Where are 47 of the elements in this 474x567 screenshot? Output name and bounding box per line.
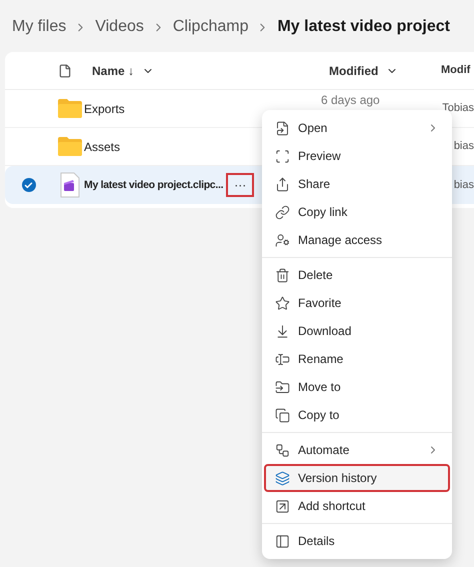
check-icon[interactable] [22, 178, 36, 192]
breadcrumb[interactable]: Clipchamp [172, 15, 248, 39]
menu-item[interactable]: Favorite [266, 289, 448, 317]
modified-by: Tobias [442, 101, 474, 116]
menu-item[interactable]: Version history [264, 464, 450, 492]
download-icon [275, 324, 290, 338]
breadcrumb[interactable]: My latest video project [277, 15, 450, 39]
menu-item[interactable]: Add shortcut [266, 492, 448, 520]
modified-by: bias [454, 178, 474, 193]
menu-item[interactable]: Automate [266, 436, 448, 464]
breadcrumb[interactable]: My files [12, 15, 66, 39]
modified-date: 6 days ago [321, 92, 380, 106]
rename-icon [275, 352, 290, 366]
column-header[interactable]: Modif [441, 62, 470, 79]
file-name[interactable]: Exports [84, 100, 125, 116]
video-file-icon [60, 172, 80, 198]
menu-item[interactable]: Manage access [266, 226, 448, 254]
folder-move-icon [275, 380, 290, 394]
details-icon [275, 534, 290, 548]
trash-icon [275, 268, 290, 282]
column-header[interactable]: Modified [329, 62, 378, 80]
folder-icon [58, 137, 82, 156]
open-file-icon [275, 120, 290, 136]
copy-icon [275, 408, 290, 422]
shortcut-icon [275, 498, 290, 514]
file-type-icon [58, 64, 72, 78]
modified-by: bias [454, 139, 474, 154]
column-header[interactable]: Name ↓ [92, 62, 134, 80]
breadcrumb[interactable]: Videos [95, 15, 144, 39]
file-name[interactable]: Assets [84, 138, 120, 154]
user-gear-icon [275, 232, 290, 248]
link-icon [275, 204, 290, 220]
star-icon [275, 296, 290, 310]
menu-item[interactable]: Delete [266, 261, 448, 289]
layers-icon [275, 470, 290, 486]
menu-item[interactable]: Share [266, 170, 448, 198]
folder-icon [58, 99, 82, 118]
workflow-icon [275, 442, 290, 458]
preview-icon [275, 148, 290, 164]
menu-item[interactable]: Download [266, 317, 448, 345]
menu-item[interactable]: Move to [266, 373, 448, 401]
menu-item[interactable]: Details [266, 527, 448, 555]
more-button[interactable]: ··· [226, 173, 254, 197]
share-icon [275, 176, 290, 192]
file-name[interactable]: My latest video project.clipc... [84, 177, 224, 193]
menu-item[interactable]: Rename [266, 345, 448, 373]
menu-item[interactable]: Copy to [266, 401, 448, 429]
